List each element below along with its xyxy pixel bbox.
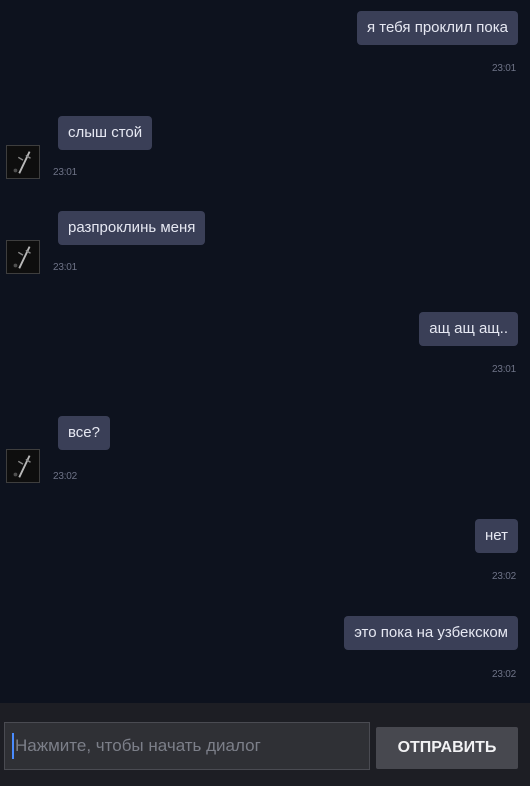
message-bubble: слыш стой (58, 116, 153, 150)
message-time: 23:02 (491, 571, 516, 582)
message-bubble: это пока на узбекском (344, 616, 518, 650)
message-text: это пока на узбекском (354, 624, 508, 641)
avatar[interactable] (6, 240, 40, 274)
message-text: нет (485, 527, 508, 544)
message-bubble: я тебя проклил пока (356, 11, 518, 45)
message-time: 23:01 (491, 364, 516, 375)
avatar[interactable] (6, 449, 40, 483)
composer-bar: Нажмите, чтобы начать диалог ОТПРАВИТЬ (0, 703, 530, 786)
message-text: ащ ащ ащ.. (429, 320, 508, 337)
message-time: 23:01 (491, 63, 516, 74)
send-button[interactable]: ОТПРАВИТЬ (376, 727, 518, 769)
text-caret (12, 733, 14, 759)
avatar-icon (7, 450, 39, 482)
message-text: разпроклинь меня (68, 219, 196, 236)
message-time: 23:02 (491, 669, 516, 680)
message-text: я тебя проклил пока (366, 19, 508, 36)
message-text: все? (68, 424, 100, 441)
message-time: 23:01 (53, 167, 78, 178)
avatar-icon (7, 146, 39, 178)
message-time: 23:02 (53, 471, 78, 482)
input-placeholder: Нажмите, чтобы начать диалог (15, 736, 261, 755)
avatar[interactable] (6, 145, 40, 179)
message-time: 23:01 (53, 262, 78, 273)
message-bubble: нет (475, 519, 518, 553)
message-bubble: все? (58, 416, 110, 450)
message-input[interactable]: Нажмите, чтобы начать диалог (4, 722, 370, 770)
message-bubble: разпроклинь меня (58, 211, 206, 245)
avatar-icon (7, 241, 39, 273)
message-text: слыш стой (68, 124, 143, 141)
chat-history: я тебя проклил пока 23:01 слыш стой 23:0… (0, 0, 530, 703)
message-bubble: ащ ащ ащ.. (419, 312, 518, 346)
